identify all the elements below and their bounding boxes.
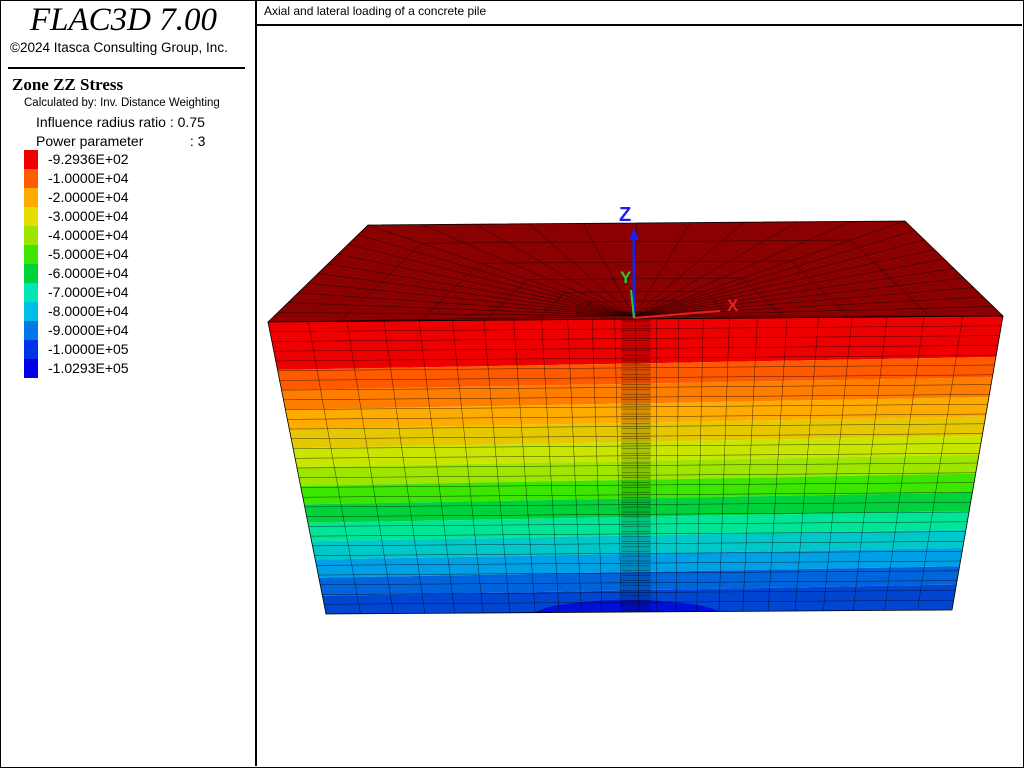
view-title-bar: Axial and lateral loading of a concrete …: [257, 0, 1022, 26]
influence-radius-value: : 0.75: [169, 114, 205, 130]
copyright-text: ©2024 Itasca Consulting Group, Inc.: [10, 40, 228, 55]
legend-swatch: [24, 321, 38, 340]
legend-label: -6.0000E+04: [48, 265, 129, 281]
legend-label: -1.0000E+04: [48, 170, 129, 186]
legend-item: -9.0000E+04: [24, 321, 244, 340]
legend-label: -9.0000E+04: [48, 322, 129, 338]
legend-item: -6.0000E+04: [24, 264, 244, 283]
legend-swatch: [24, 169, 38, 188]
legend-item: -1.0000E+04: [24, 169, 244, 188]
legend-label: -3.0000E+04: [48, 208, 129, 224]
calc-method-text: Calculated by: Inv. Distance Weighting: [24, 97, 220, 109]
legend-swatch: [24, 264, 38, 283]
view-title: Axial and lateral loading of a concrete …: [264, 4, 487, 18]
z-axis-label: Z: [619, 204, 631, 226]
legend-title: Zone ZZ Stress: [12, 75, 124, 94]
app-title: FLAC3D 7.00: [30, 2, 218, 38]
legend-swatch: [24, 340, 38, 359]
legend-item: -4.0000E+04: [24, 226, 244, 245]
legend-item: -8.0000E+04: [24, 302, 244, 321]
legend-item: -9.2936E+02: [24, 150, 244, 169]
legend-swatch: [24, 188, 38, 207]
legend-label: -5.0000E+04: [48, 246, 129, 262]
legend-swatch: [24, 245, 38, 264]
influence-radius-row: Influence radius ratio : 0.75: [36, 114, 205, 130]
power-parameter-label: Power parameter: [36, 133, 144, 149]
x-axis-label: X: [727, 296, 739, 315]
power-parameter-value: : 3: [189, 133, 206, 149]
legend-label: -7.0000E+04: [48, 284, 129, 300]
legend-label: -1.0293E+05: [48, 360, 129, 376]
legend-label: -8.0000E+04: [48, 303, 129, 319]
legend-swatch: [24, 150, 38, 169]
legend-swatch: [24, 283, 38, 302]
legend-label: -4.0000E+04: [48, 227, 129, 243]
legend-swatch: [24, 359, 38, 378]
legend-panel: FLAC3D 7.00 ©2024 Itasca Consulting Grou…: [0, 0, 257, 766]
legend-item: -7.0000E+04: [24, 283, 244, 302]
influence-radius-label: Influence radius ratio: [36, 114, 166, 130]
model-3d-view[interactable]: Z Y X: [257, 26, 1022, 766]
legend-swatch: [24, 207, 38, 226]
title-divider: [8, 67, 245, 69]
y-axis-label: Y: [620, 268, 632, 287]
model-view-panel[interactable]: Axial and lateral loading of a concrete …: [257, 0, 1023, 767]
legend-swatch: [24, 302, 38, 321]
legend-item: -5.0000E+04: [24, 245, 244, 264]
legend-label: -9.2936E+02: [48, 151, 129, 167]
legend-item: -1.0000E+05: [24, 340, 244, 359]
legend-label: -1.0000E+05: [48, 341, 129, 357]
legend-swatch: [24, 226, 38, 245]
legend-label: -2.0000E+04: [48, 189, 129, 205]
legend-item: -1.0293E+05: [24, 359, 244, 378]
legend-item: -2.0000E+04: [24, 188, 244, 207]
legend-item: -3.0000E+04: [24, 207, 244, 226]
power-parameter-row: Power parameter : 3: [36, 133, 205, 149]
